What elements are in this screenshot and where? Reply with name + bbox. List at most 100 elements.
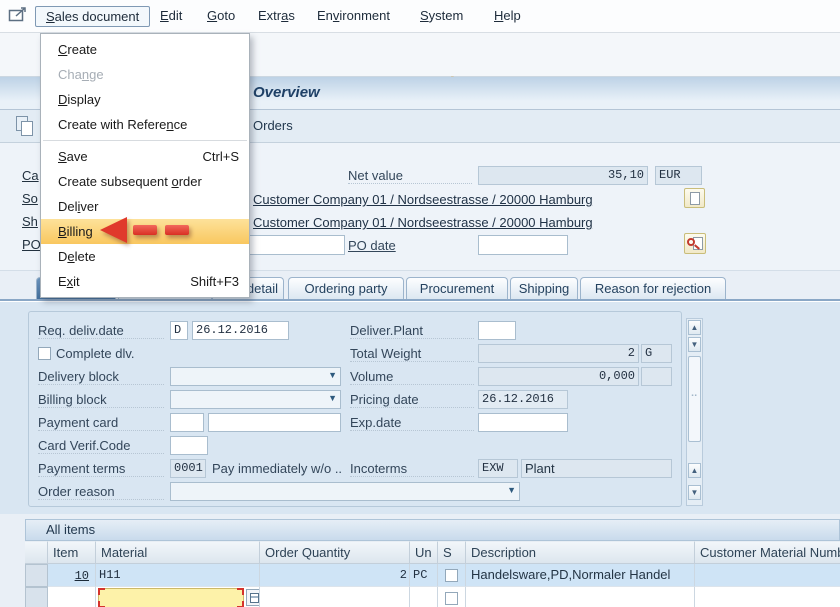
menubar-sales-document[interactable]: Sales document [35, 6, 150, 27]
menu-item-save[interactable]: Save Ctrl+S [41, 144, 249, 169]
column-header-customer-material[interactable]: Customer Material Numb [695, 541, 840, 564]
copy-documents-icon[interactable] [16, 116, 36, 137]
payment-card-number-input[interactable] [208, 413, 341, 432]
exp-date-input[interactable] [478, 413, 568, 432]
menu-item-deliver[interactable]: Deliver [41, 194, 249, 219]
menu-item-change[interactable]: Change [41, 62, 249, 87]
customer-material-cell[interactable] [695, 587, 840, 607]
net-value-label: Net value [348, 168, 472, 184]
billing-block-select[interactable] [170, 390, 341, 409]
table-row-empty[interactable] [25, 587, 840, 607]
item-cell[interactable] [48, 587, 96, 607]
s-cell[interactable] [438, 564, 466, 587]
tab-ordering-party[interactable]: Ordering party [288, 277, 404, 301]
scroll-down-button[interactable]: ▼ [688, 337, 701, 352]
ship-to-party-link[interactable]: Customer Company 01 / Nordseestrasse / 2… [253, 215, 593, 230]
s-cell[interactable] [438, 587, 466, 607]
order-reason-select[interactable] [170, 482, 520, 501]
deliver-plant-input[interactable] [478, 321, 516, 340]
row-selector-cell[interactable] [25, 564, 48, 587]
system-menu-icon[interactable] [8, 6, 30, 27]
menubar-edit[interactable]: Edit [160, 6, 182, 27]
tab-shipping[interactable]: Shipping [510, 277, 578, 301]
material-input-focused[interactable] [98, 588, 244, 607]
menu-item-create-subsequent-order[interactable]: Create subsequent order [41, 169, 249, 194]
description-cell[interactable] [466, 587, 695, 607]
matchcode-icon[interactable] [246, 589, 260, 606]
material-cell[interactable]: H11 [96, 564, 260, 587]
volume-field: 0,000 [478, 367, 639, 386]
order-reason-label: Order reason [38, 484, 164, 500]
menu-item-label: Save [58, 149, 88, 164]
menu-item-exit[interactable]: ExitShift+F3 [41, 269, 249, 294]
po-date-input[interactable] [478, 235, 568, 255]
item-number-link[interactable]: 10 [75, 569, 89, 583]
menubar-help[interactable]: Help [494, 6, 521, 27]
s-checkbox[interactable] [445, 592, 458, 605]
column-header-order-quantity[interactable]: Order Quantity [260, 541, 410, 564]
sold-to-label-fragment: So [22, 191, 38, 206]
red-arrow-annotation [100, 218, 195, 243]
scroll-up-button-bottom[interactable]: ▲ [688, 463, 701, 478]
description-cell[interactable]: Handelsware,PD,Normaler Handel [466, 564, 695, 587]
menubar-extras[interactable]: Extras [258, 6, 295, 27]
material-cell[interactable] [96, 587, 260, 607]
menubar-system[interactable]: System [420, 6, 463, 27]
column-header-description[interactable]: Description [466, 541, 695, 564]
payment-card-type-input[interactable] [170, 413, 204, 432]
menu-item-create[interactable]: Create [41, 37, 249, 62]
menu-separator [43, 140, 247, 141]
po-date-label: PO date [348, 238, 396, 253]
menu-item-create-with-reference[interactable]: Create with Reference [41, 112, 249, 137]
total-weight-field: 2 [478, 344, 639, 363]
payment-card-label: Payment card [38, 415, 164, 431]
menu-item-label: Exit [58, 274, 80, 289]
scrollbar-thumb[interactable] [688, 356, 701, 442]
menu-item-label: Change [58, 67, 104, 82]
quantity-cell[interactable]: 2 [260, 564, 410, 587]
payment-terms-code-field: 0001 [170, 459, 206, 478]
table-row[interactable]: 10 H11 2 PC Handelsware,PD,Normaler Hand… [25, 564, 840, 587]
req-deliv-date-input[interactable]: 26.12.2016 [192, 321, 289, 340]
s-checkbox[interactable] [445, 569, 458, 582]
tab-procurement[interactable]: Procurement [406, 277, 508, 301]
menu-item-label: Create subsequent order [58, 174, 202, 189]
pricing-date-label: Pricing date [350, 392, 474, 408]
total-weight-label: Total Weight [350, 346, 474, 362]
selector-column-header[interactable] [25, 541, 48, 564]
column-header-material[interactable]: Material [96, 541, 260, 564]
scroll-down-button-bottom[interactable]: ▼ [688, 485, 701, 500]
tab-reason-for-rejection[interactable]: Reason for rejection [580, 277, 726, 301]
customer-material-cell[interactable] [695, 564, 840, 587]
search-documents-icon[interactable] [684, 233, 706, 254]
column-header-s[interactable]: S [438, 541, 466, 564]
sales-document-menu: Create Change DisplayCreate with Reference… [40, 33, 250, 298]
row-selector-cell[interactable] [25, 587, 48, 607]
menubar-environment[interactable]: Environment [317, 6, 390, 27]
quantity-cell[interactable] [260, 587, 410, 607]
net-value-field: 35,10 [478, 166, 648, 185]
unit-cell[interactable]: PC [410, 564, 438, 587]
orders-button[interactable]: Orders [253, 118, 293, 133]
sold-to-party-link[interactable]: Customer Company 01 / Nordseestrasse / 2… [253, 192, 593, 207]
column-header-item[interactable]: Item [48, 541, 96, 564]
item-cell[interactable]: 10 [48, 564, 96, 587]
complete-dlv-checkbox[interactable] [38, 347, 51, 360]
scroll-up-button[interactable]: ▲ [688, 320, 701, 335]
create-text-icon[interactable] [684, 188, 705, 208]
menubar-goto[interactable]: Goto [207, 6, 235, 27]
unit-cell[interactable] [410, 587, 438, 607]
all-items-header: All items [25, 519, 840, 541]
card-verif-input[interactable] [170, 436, 208, 455]
delivery-block-select[interactable] [170, 367, 341, 386]
vertical-scrollbar[interactable]: ▲ ▼ ▲ ▼ [686, 318, 703, 506]
menu-item-display[interactable]: Display [41, 87, 249, 112]
deliv-date-type-field[interactable]: D [170, 321, 188, 340]
pricing-date-input[interactable]: 26.12.2016 [478, 390, 568, 409]
menu-item-delete[interactable]: Delete [41, 244, 249, 269]
column-header-un[interactable]: Un [410, 541, 438, 564]
menu-item-label: Deliver [58, 199, 98, 214]
sap-gui-window: Sales document Edit Goto Extras Environment S… [0, 0, 840, 607]
card-verif-label: Card Verif.Code [38, 438, 164, 454]
menu-item-shortcut: Ctrl+S [203, 144, 239, 169]
